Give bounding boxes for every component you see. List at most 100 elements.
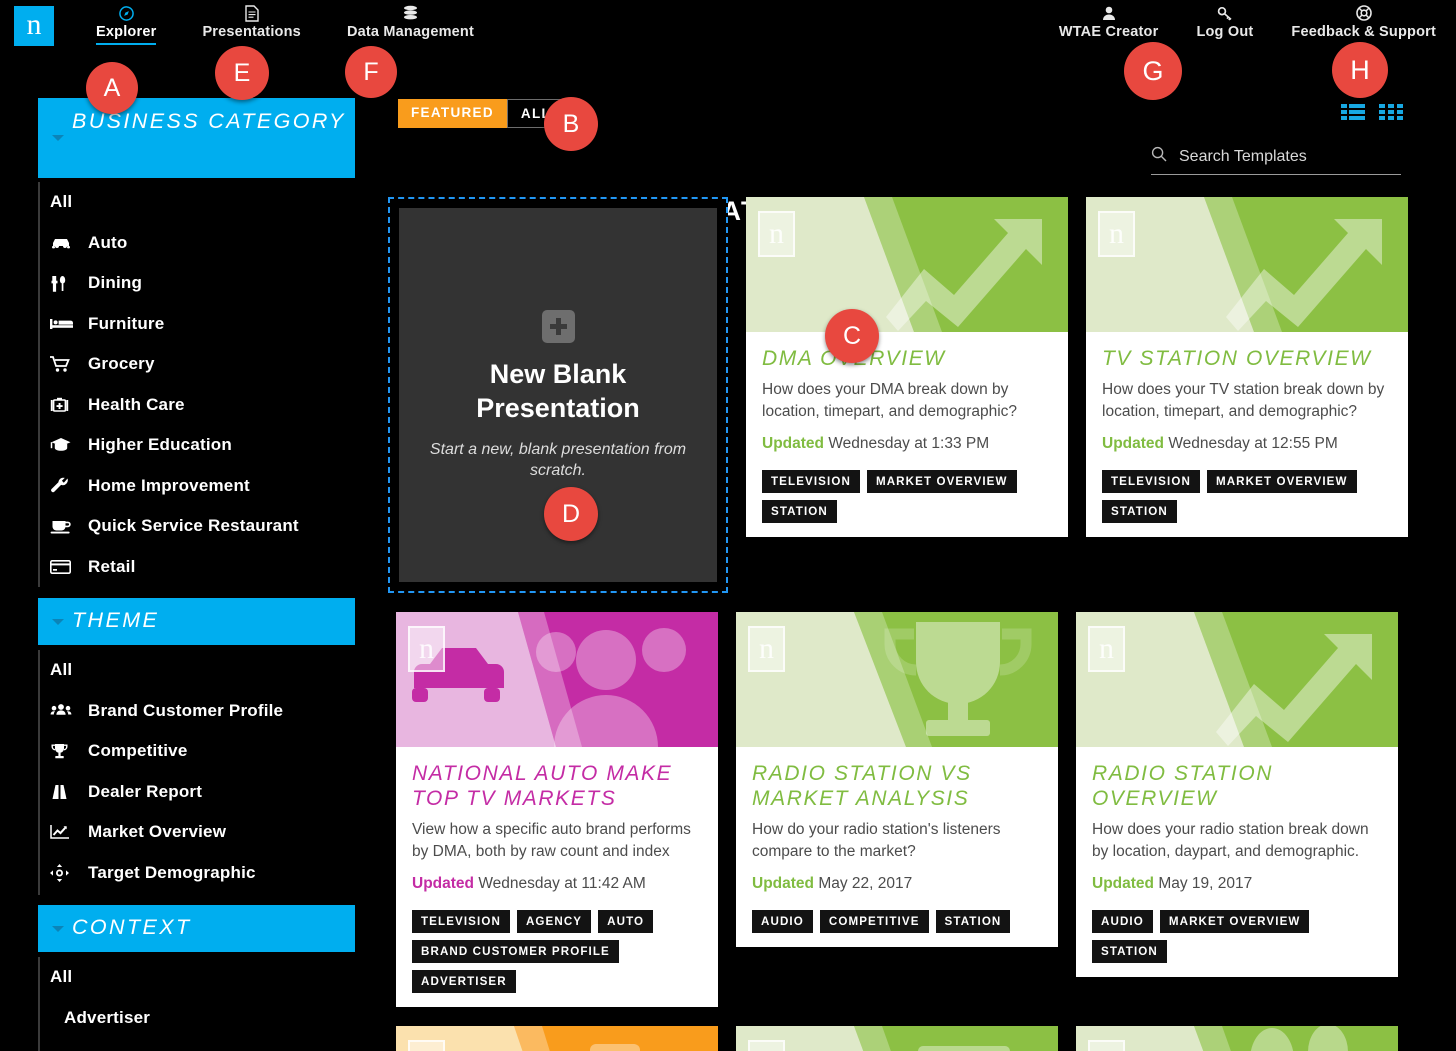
compass-icon: [118, 4, 134, 22]
nav-item-data-management[interactable]: Data Management: [337, 4, 484, 40]
nav-item-presentations[interactable]: Presentations: [192, 4, 311, 40]
sidebar-item-brand-customer-profile[interactable]: Brand Customer Profile: [40, 691, 368, 732]
sidebar-item-label: Retail: [88, 556, 136, 576]
template-thumbnail: n: [736, 612, 1058, 747]
sidebar-item-dealer-report[interactable]: Dealer Report: [40, 772, 368, 813]
wrench-icon: [50, 477, 88, 495]
search-input[interactable]: [1179, 147, 1389, 166]
sidebar-item-health-care[interactable]: Health Care: [40, 385, 368, 426]
blank-card-subtitle: Start a new, blank presentation from scr…: [429, 440, 687, 479]
template-card-partial[interactable]: n: [1076, 1026, 1398, 1051]
grid-view-icon[interactable]: [1379, 103, 1403, 126]
line-chart-icon: [50, 824, 88, 840]
tag[interactable]: STATION: [935, 910, 1011, 933]
sidebar-item-advertiser[interactable]: Advertiser: [40, 998, 368, 1039]
sidebar-item-label: Brand Customer Profile: [88, 700, 284, 720]
user-icon: [1102, 4, 1116, 22]
sidebar-item-auto[interactable]: Auto: [40, 223, 368, 264]
annotation-badge-e: E: [215, 46, 269, 100]
template-card-radio-station-vs-market[interactable]: n RADIO STATION VS MARKET ANALYSIS How d…: [736, 612, 1058, 947]
template-description: How does your TV station break down by l…: [1102, 381, 1385, 420]
sidebar-item-furniture[interactable]: Furniture: [40, 304, 368, 345]
sidebar-item-target-demographic[interactable]: Target Demographic: [40, 853, 368, 894]
template-card-dma-overview[interactable]: n DMA OVERVIEW How does your DMA break d…: [746, 197, 1068, 537]
tag[interactable]: TELEVISION: [1102, 470, 1200, 493]
sidebar-item-retail[interactable]: Retail: [40, 547, 368, 588]
lifebuoy-icon: [1355, 4, 1372, 22]
sidebar-item-label: Dining: [88, 273, 143, 293]
sidebar-section-header-context[interactable]: CONTEXT: [38, 905, 355, 952]
template-thumbnail: n: [736, 1026, 1058, 1051]
sidebar-item-home-improvement[interactable]: Home Improvement: [40, 466, 368, 507]
brand-watermark: n: [758, 211, 795, 257]
brand-watermark: n: [748, 626, 785, 672]
nav-item-account[interactable]: WTAE Creator: [1049, 4, 1169, 40]
sidebar-section-header-business-category[interactable]: BUSINESS CATEGORY: [38, 98, 355, 178]
tag[interactable]: MARKET OVERVIEW: [1159, 910, 1310, 933]
filter-tab-featured[interactable]: FEATURED: [398, 99, 507, 128]
nav-item-logout[interactable]: Log Out: [1186, 4, 1263, 40]
tag[interactable]: AUTO: [598, 910, 654, 933]
template-description: View how a specific auto brand performs …: [412, 821, 691, 860]
template-grid-row: New Blank Presentation Start a new, blan…: [388, 197, 1438, 593]
updated-value: Wednesday at 12:55 PM: [1168, 435, 1338, 452]
template-grid-row-partial: n n: [396, 1026, 1438, 1051]
sidebar-item-theme-all[interactable]: All: [40, 650, 368, 691]
sidebar-item-dining[interactable]: Dining: [40, 263, 368, 304]
sidebar-item-market-overview[interactable]: Market Overview: [40, 812, 368, 853]
tag[interactable]: STATION: [1092, 940, 1167, 963]
template-title: DMA OVERVIEW: [762, 347, 946, 370]
template-grid: New Blank Presentation Start a new, blan…: [388, 197, 1438, 1051]
tag[interactable]: ADVERTISER: [412, 970, 516, 993]
tag[interactable]: MARKET OVERVIEW: [1206, 470, 1357, 493]
nav-label-feedback-support: Feedback & Support: [1291, 24, 1436, 40]
top-navigation-bar: n Explorer Presentations Data Management: [0, 0, 1456, 48]
sidebar-item-quick-service-restaurant[interactable]: Quick Service Restaurant: [40, 506, 368, 547]
sidebar-item-competitive[interactable]: Competitive: [40, 731, 368, 772]
template-card-radio-station-overview[interactable]: n RADIO STATION OVERVIEW How does your r…: [1076, 612, 1398, 977]
updated-value: Wednesday at 11:42 AM: [478, 875, 646, 892]
template-tags: AUDIO MARKET OVERVIEW STATION: [1092, 910, 1382, 963]
tag[interactable]: AGENCY: [516, 910, 592, 933]
brand-watermark: n: [1088, 1040, 1125, 1051]
tag[interactable]: BRAND CUSTOMER PROFILE: [412, 940, 619, 963]
chevron-down-icon: [52, 135, 64, 141]
template-card-national-auto-make[interactable]: n NATIONAL AUTO MAKE TOP TV MARKETS View…: [396, 612, 718, 1007]
nav-item-feedback-support[interactable]: Feedback & Support: [1281, 4, 1446, 40]
nav-item-explorer[interactable]: Explorer: [86, 4, 166, 45]
template-card-tv-station-overview[interactable]: n TV STATION OVERVIEW How does your TV s…: [1086, 197, 1408, 537]
people-group-icon: [50, 703, 88, 718]
chevron-down-icon: [52, 925, 64, 932]
template-card-partial[interactable]: n: [396, 1026, 718, 1051]
trophy-icon: [50, 743, 88, 760]
annotation-badge-f: F: [345, 46, 397, 98]
secondary-nav: WTAE Creator Log Out Feedback & Support: [1049, 4, 1446, 40]
sidebar-item-grocery[interactable]: Grocery: [40, 344, 368, 385]
sidebar-item-label: Competitive: [88, 741, 188, 761]
template-title: RADIO STATION OVERVIEW: [1092, 762, 1274, 810]
tag[interactable]: TELEVISION: [762, 470, 860, 493]
app-logo[interactable]: n: [14, 6, 54, 46]
sidebar-item-higher-education[interactable]: Higher Education: [40, 425, 368, 466]
tag[interactable]: STATION: [762, 500, 837, 523]
tag[interactable]: STATION: [1102, 500, 1177, 523]
sidebar-item-business-all[interactable]: All: [40, 182, 368, 223]
nav-label-presentations: Presentations: [202, 24, 301, 40]
filter-sidebar: BUSINESS CATEGORY All Auto Dining Furnit…: [0, 48, 370, 1051]
graduation-cap-icon: [50, 437, 88, 453]
template-thumbnail: n: [1076, 1026, 1398, 1051]
tag[interactable]: AUDIO: [752, 910, 813, 933]
sidebar-item-context-all[interactable]: All: [40, 957, 368, 998]
list-view-icon[interactable]: [1341, 103, 1365, 126]
sidebar-item-label: Health Care: [88, 394, 185, 414]
tag[interactable]: AUDIO: [1092, 910, 1153, 933]
sidebar-section-header-theme[interactable]: THEME: [38, 598, 355, 645]
template-updated: Updated May 22, 2017: [752, 875, 1042, 893]
updated-value: Wednesday at 1:33 PM: [828, 435, 990, 452]
sidebar-section-title-theme: THEME: [72, 608, 160, 632]
tag[interactable]: TELEVISION: [412, 910, 510, 933]
tag[interactable]: COMPETITIVE: [819, 910, 929, 933]
template-card-partial[interactable]: n: [736, 1026, 1058, 1051]
tag[interactable]: MARKET OVERVIEW: [866, 470, 1017, 493]
brand-watermark: n: [408, 626, 445, 672]
